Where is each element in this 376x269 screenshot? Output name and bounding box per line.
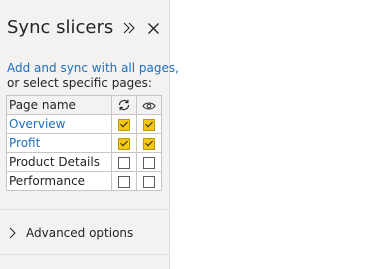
page-name-header: Page name xyxy=(6,95,112,115)
sync-column-header xyxy=(111,95,137,115)
double-chevron-right-icon[interactable] xyxy=(120,18,138,38)
visible-checkbox[interactable] xyxy=(143,175,155,188)
close-icon[interactable] xyxy=(144,18,162,38)
section-divider xyxy=(0,209,169,210)
visible-checkbox[interactable] xyxy=(143,137,155,150)
table-row: Product Details xyxy=(6,152,162,172)
sync-cell xyxy=(111,133,137,153)
sync-checkbox[interactable] xyxy=(118,175,130,188)
advanced-options-toggle[interactable]: Advanced options xyxy=(6,224,133,242)
sync-cell xyxy=(111,114,137,134)
table-row: Performance xyxy=(6,171,162,191)
table-row: Profit xyxy=(6,133,162,153)
instructions-text: or select specific pages: xyxy=(7,76,152,90)
page-name-cell: Product Details xyxy=(6,152,112,172)
section-divider xyxy=(0,254,169,255)
page-name-cell: Overview xyxy=(6,114,112,134)
sync-cell xyxy=(111,171,137,191)
sync-checkbox[interactable] xyxy=(118,118,130,131)
sync-checkbox[interactable] xyxy=(118,137,130,150)
pane-header: Sync slicers xyxy=(7,16,163,42)
add-sync-all-pages-link[interactable]: Add and sync with all pages, xyxy=(7,61,179,76)
page-name-cell: Profit xyxy=(6,133,112,153)
sync-icon xyxy=(117,98,131,112)
visible-cell xyxy=(136,171,162,191)
table-header-row: Page name xyxy=(6,95,162,115)
sync-slicers-pane: Sync slicers Add and sync with all pages… xyxy=(0,0,179,269)
sync-checkbox[interactable] xyxy=(118,156,130,169)
page-name-cell: Performance xyxy=(6,171,112,191)
visible-checkbox[interactable] xyxy=(143,156,155,169)
visible-checkbox[interactable] xyxy=(143,118,155,131)
chevron-right-icon xyxy=(6,226,18,240)
visible-cell xyxy=(136,152,162,172)
sync-cell xyxy=(111,152,137,172)
visible-cell xyxy=(136,114,162,134)
table-row: Overview xyxy=(6,114,162,134)
advanced-options-label: Advanced options xyxy=(26,226,134,240)
pane-title: Sync slicers xyxy=(7,17,114,38)
eye-icon xyxy=(142,98,156,112)
instructions: Add and sync with all pages, or select s… xyxy=(7,61,179,91)
visible-cell xyxy=(136,133,162,153)
visible-column-header xyxy=(136,95,162,115)
sync-pages-table: Page name Overview Profit Product Detail… xyxy=(6,95,162,191)
